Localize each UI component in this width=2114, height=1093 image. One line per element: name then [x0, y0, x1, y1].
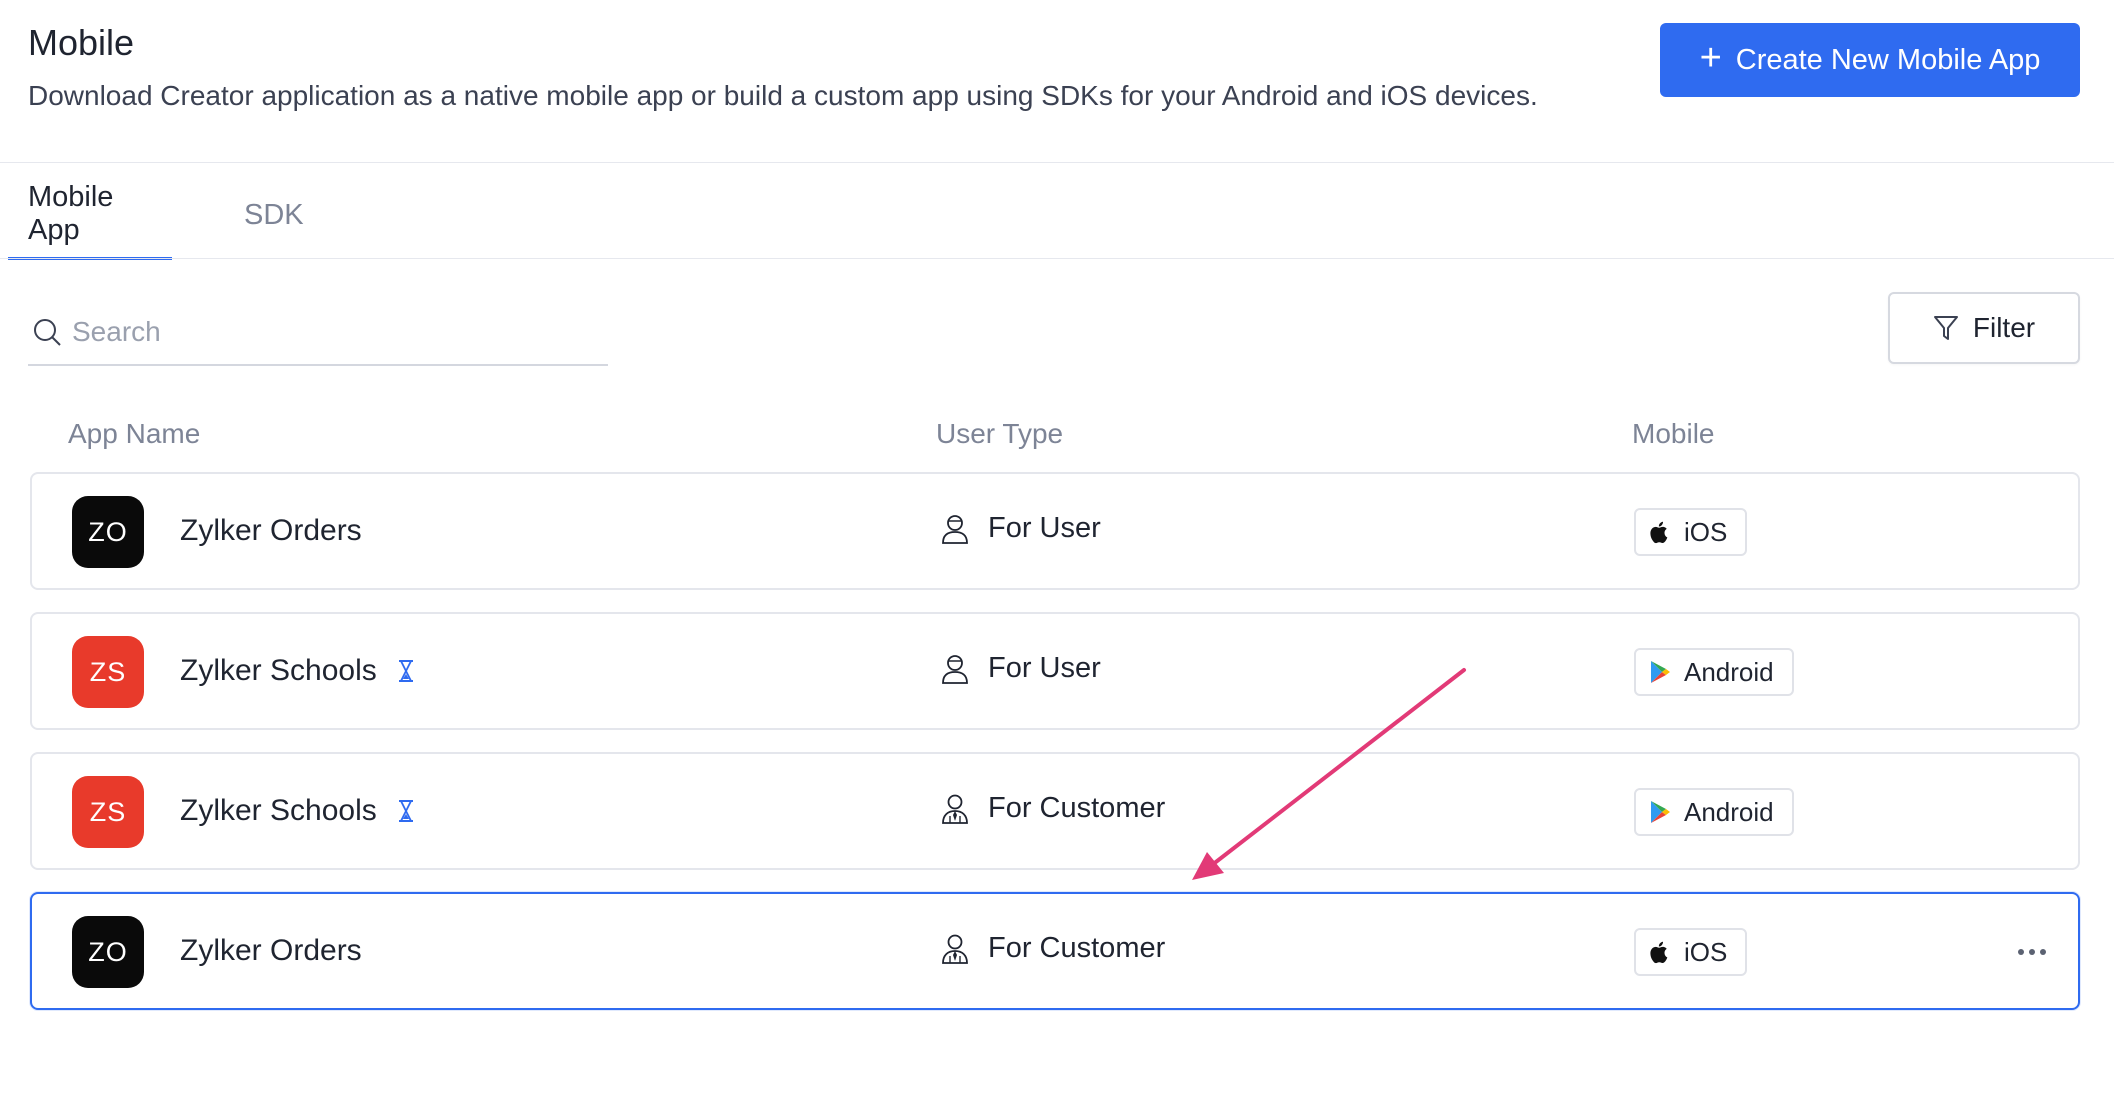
user-icon	[942, 514, 968, 544]
apple-icon	[1650, 521, 1668, 544]
plus-icon: +	[1699, 37, 1722, 79]
app-avatar: ZO	[72, 916, 144, 988]
table-row[interactable]: ZS Zylker Schools For Customer Android	[30, 752, 2080, 870]
search-box	[28, 300, 608, 366]
tab-bar: Mobile App SDK	[8, 170, 324, 260]
header-divider	[0, 162, 2114, 163]
app-name-text: Zylker Schools	[180, 654, 377, 687]
search-icon	[34, 319, 61, 346]
google-play-icon	[1651, 801, 1670, 823]
platform-badge: iOS	[1634, 508, 1748, 556]
platform-label: iOS	[1684, 516, 1728, 547]
dot	[2029, 949, 2035, 955]
app-name-text: Zylker Orders	[180, 934, 362, 967]
user-type: For User	[940, 652, 1101, 685]
hourglass-icon	[398, 660, 413, 682]
platform-badge: iOS	[1634, 928, 1748, 976]
user-type-label: For Customer	[988, 792, 1166, 824]
app-name: Zylker Schools	[180, 794, 415, 828]
create-mobile-app-button[interactable]: + Create New Mobile App	[1660, 23, 2080, 97]
dot	[2040, 949, 2046, 955]
page-subtitle: Download Creator application as a native…	[28, 80, 1538, 111]
app-avatar: ZO	[72, 496, 144, 568]
column-header-mobile: Mobile	[1632, 418, 1715, 449]
filter-icon	[1933, 316, 1958, 340]
app-name-text: Zylker Orders	[180, 514, 362, 547]
user-icon	[942, 654, 968, 684]
tab-sdk[interactable]: SDK	[224, 170, 324, 260]
platform-badge: Android	[1634, 788, 1794, 836]
search-input[interactable]	[72, 316, 572, 348]
table-row[interactable]: ZO Zylker Orders For User iOS	[30, 472, 2080, 590]
column-header-user-type: User Type	[936, 418, 1064, 449]
app-name: Zylker Schools	[180, 654, 415, 688]
google-play-icon	[1651, 661, 1670, 683]
user-type-label: For User	[988, 512, 1101, 544]
app-name: Zylker Orders	[180, 514, 362, 548]
table-row[interactable]: ZO Zylker Orders For Customer iOS	[30, 892, 2080, 1010]
apple-icon	[1650, 941, 1668, 964]
customer-icon	[942, 934, 968, 964]
user-type: For User	[940, 512, 1101, 545]
platform-badge: Android	[1634, 648, 1794, 696]
app-avatar: ZS	[72, 776, 144, 848]
platform-label: iOS	[1684, 936, 1728, 967]
customer-icon	[942, 794, 968, 824]
column-header-app-name: App Name	[68, 418, 201, 449]
tab-mobile-app[interactable]: Mobile App	[8, 170, 172, 260]
table-row[interactable]: ZS Zylker Schools For User Android	[30, 612, 2080, 730]
user-type-label: For User	[988, 652, 1101, 684]
app-name-text: Zylker Schools	[180, 794, 377, 827]
hourglass-icon	[398, 800, 413, 822]
platform-label: Android	[1684, 656, 1774, 687]
filter-label: Filter	[1972, 312, 2036, 343]
app-name: Zylker Orders	[180, 934, 362, 968]
user-type: For Customer	[940, 792, 1165, 825]
filter-button[interactable]: Filter	[1888, 292, 2080, 364]
user-type-label: For Customer	[988, 932, 1166, 964]
tabs-divider	[0, 258, 2114, 259]
app-avatar: ZS	[72, 636, 144, 708]
platform-label: Android	[1684, 796, 1774, 827]
dot	[2018, 949, 2024, 955]
more-options-button[interactable]	[2012, 934, 2052, 970]
user-type: For Customer	[940, 932, 1165, 965]
page-title: Mobile	[28, 22, 135, 63]
create-button-label: Create New Mobile App	[1735, 43, 2041, 76]
